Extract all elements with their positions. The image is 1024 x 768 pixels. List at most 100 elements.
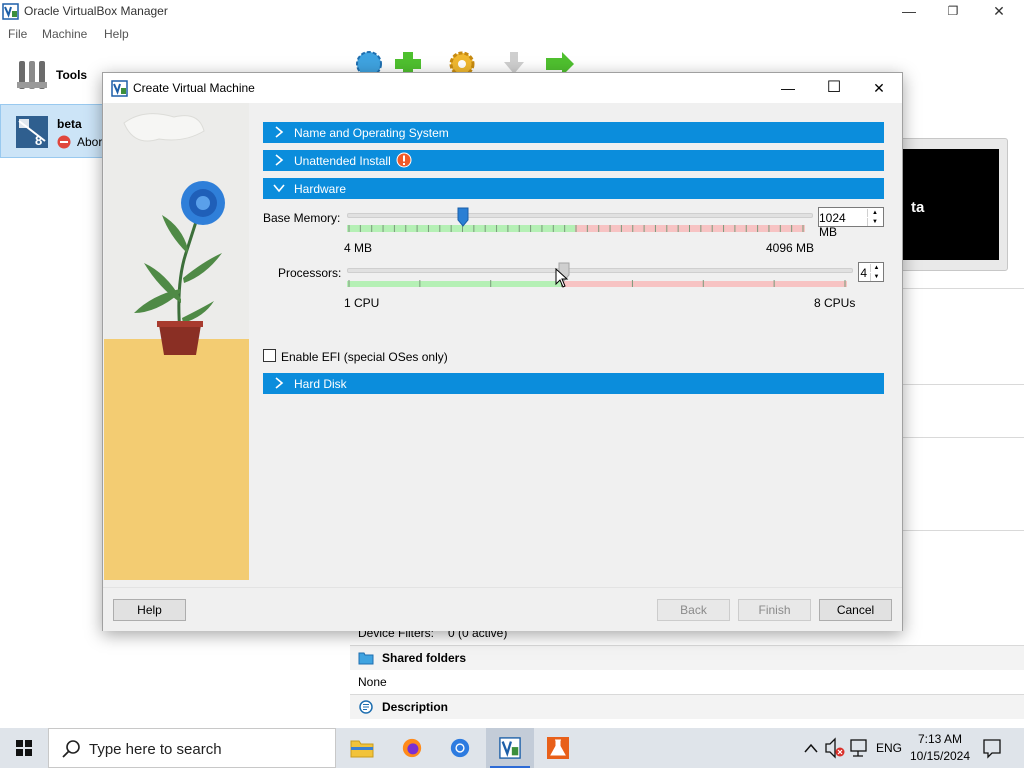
chevron-right-icon (275, 126, 284, 138)
taskbar-chromium[interactable] (436, 728, 484, 768)
divider (902, 288, 1024, 289)
menubar: File Machine Help (0, 24, 1024, 46)
shared-folders-value: None (358, 675, 387, 689)
back-button[interactable]: Back (657, 599, 730, 621)
main-window-title: Oracle VirtualBox Manager (24, 4, 168, 18)
processors-value: 4 (860, 266, 867, 280)
chromium-icon (450, 738, 470, 758)
dialog-title: Create Virtual Machine (133, 81, 255, 95)
dialog-close-button[interactable]: ✕ (856, 73, 902, 103)
clock-date: 10/15/2024 (909, 749, 971, 763)
search-icon (62, 740, 80, 758)
search-placeholder: Type here to search (89, 741, 222, 758)
vm-list-panel: Tools 8 beta Abor (0, 46, 103, 728)
main-restore-button[interactable]: ❐ (930, 0, 976, 24)
description-title: Description (382, 700, 449, 714)
section-unattended[interactable]: Unattended Install (263, 150, 884, 171)
windows-8-os-icon (16, 116, 48, 148)
wizard-content: Name and Operating System Unattended Ins… (249, 103, 902, 587)
notifications-icon[interactable] (980, 728, 1004, 768)
section-name-os-label: Name and Operating System (294, 126, 449, 140)
taskbar-virtualbox[interactable] (486, 728, 534, 768)
main-minimize-button[interactable]: — (886, 0, 932, 24)
vm-name: beta (57, 117, 82, 131)
clock-time: 7:13 AM (917, 732, 963, 746)
menu-help[interactable]: Help (104, 27, 129, 41)
divider (902, 530, 1024, 531)
section-hardware[interactable]: Hardware (263, 178, 884, 199)
folder-icon (358, 652, 374, 665)
virtualbox-app-icon (2, 3, 19, 20)
memory-min-label: 4 MB (344, 241, 373, 255)
wizard-flower-illustration (104, 103, 249, 580)
main-close-button[interactable]: ✕ (976, 0, 1022, 24)
dialog-minimize-button[interactable]: — (765, 73, 811, 103)
volume-muted-icon[interactable] (824, 728, 846, 768)
spin-up-icon[interactable]: ▲ (867, 209, 882, 217)
taskbar-lab-app[interactable] (534, 728, 582, 768)
aborted-state-icon (57, 135, 71, 149)
taskbar-search-box[interactable]: Type here to search (48, 728, 336, 768)
preview-screen: ta (903, 149, 999, 260)
preview-text: ta (911, 199, 925, 216)
taskbar-clock[interactable]: 7:13 AM 10/15/2024 (900, 731, 980, 765)
virtualbox-dialog-icon (111, 80, 128, 97)
menu-file[interactable]: File (8, 27, 27, 41)
divider (902, 437, 1024, 438)
network-icon[interactable] (848, 728, 870, 768)
windows-start-icon[interactable] (0, 728, 48, 768)
description-icon (359, 700, 373, 714)
dialog-titlebar: Create Virtual Machine — ☐ ✕ (103, 73, 902, 103)
description-header[interactable]: Description (350, 694, 1024, 719)
spin-up-icon[interactable]: ▲ (870, 264, 882, 272)
spin-down-icon[interactable]: ▼ (870, 273, 882, 281)
processors-slider[interactable] (347, 260, 853, 290)
cancel-button[interactable]: Cancel (819, 599, 892, 621)
dialog-maximize-button[interactable]: ☐ (811, 73, 857, 103)
section-unattended-label: Unattended Install (294, 154, 391, 168)
processors-min-label: 1 CPU (344, 296, 380, 310)
warning-icon (396, 152, 412, 168)
chevron-right-icon (275, 154, 284, 166)
menu-machine[interactable]: Machine (42, 27, 87, 41)
taskbar-file-explorer[interactable] (338, 728, 386, 768)
memory-slider-thumb[interactable] (457, 207, 469, 227)
tools-item[interactable]: Tools (0, 54, 103, 98)
spin-down-icon[interactable]: ▼ (867, 218, 882, 226)
input-language-indicator[interactable]: ENG (876, 741, 902, 755)
section-name-os[interactable]: Name and Operating System (263, 122, 884, 143)
section-hard-disk-label: Hard Disk (294, 377, 347, 391)
vm-state: Abor (77, 135, 103, 149)
enable-efi-checkbox[interactable] (263, 349, 276, 362)
base-memory-spinbox[interactable]: 1024 MB ▲ ▼ (818, 207, 884, 239)
dialog-footer: Help Back Finish Cancel (103, 587, 902, 631)
base-memory-value: 1024 MB (819, 211, 846, 239)
show-hidden-icons-chevron-up-icon[interactable] (802, 728, 820, 768)
tools-label: Tools (56, 68, 88, 82)
processors-label: Processors: (278, 266, 342, 280)
processors-max-label: 8 CPUs (814, 296, 856, 310)
finish-button[interactable]: Finish (738, 599, 811, 621)
memory-max-label: 4096 MB (766, 241, 815, 255)
os-version-badge: 8 (35, 133, 43, 148)
shared-folders-header[interactable]: Shared folders (350, 645, 1024, 670)
create-vm-dialog: Create Virtual Machine — ☐ ✕ Name and Op… (102, 72, 903, 631)
memory-scale (347, 225, 805, 232)
enable-efi-label[interactable]: Enable EFI (special OSes only) (281, 350, 448, 364)
base-memory-label: Base Memory: (263, 211, 341, 225)
section-hard-disk[interactable]: Hard Disk (263, 373, 884, 394)
divider (902, 384, 1024, 385)
help-button[interactable]: Help (113, 599, 186, 621)
main-titlebar: Oracle VirtualBox Manager — ❐ ✕ (0, 0, 1024, 24)
flask-icon (547, 737, 569, 759)
processors-spinbox[interactable]: 4 ▲ ▼ (858, 262, 884, 282)
taskbar: Type here to search ENG 7:13 AM 10/15/20… (0, 728, 1024, 768)
file-explorer-icon (350, 740, 374, 758)
vm-preview: ta (892, 138, 1008, 271)
shared-folders-title: Shared folders (382, 651, 467, 665)
taskbar-firefox[interactable] (388, 728, 436, 768)
vm-list-item-beta[interactable]: 8 beta Abor (0, 104, 103, 158)
base-memory-slider[interactable] (347, 205, 813, 235)
virtualbox-taskbar-icon (499, 737, 521, 759)
chevron-down-icon (273, 184, 285, 193)
